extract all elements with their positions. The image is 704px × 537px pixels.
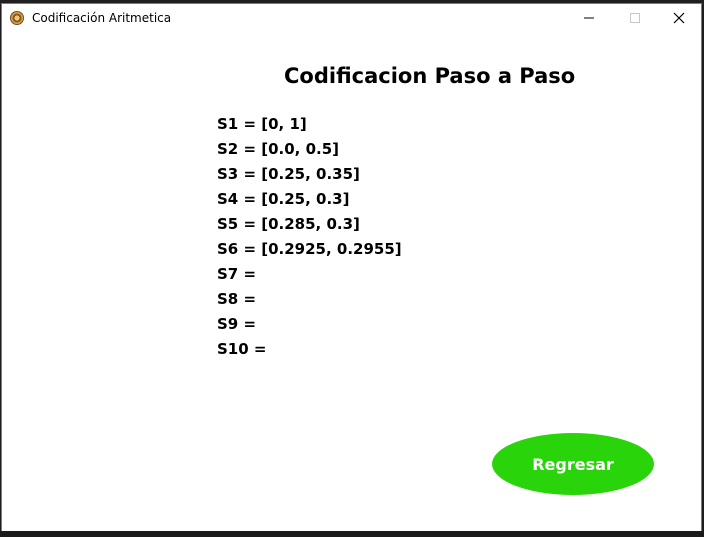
steps-list: S1 = [0, 1] S2 = [0.0, 0.5] S3 = [0.25, …: [217, 112, 402, 362]
page-title: Codificacion Paso a Paso: [284, 64, 576, 88]
step-line-s5: S5 = [0.285, 0.3]: [217, 215, 360, 233]
background-taskbar-bottom: [0, 531, 704, 537]
step-line-s9: S9 =: [217, 315, 257, 333]
minimize-button[interactable]: [566, 4, 612, 32]
step-line-s1: S1 = [0, 1]: [217, 115, 307, 133]
close-button[interactable]: [656, 4, 702, 32]
step-line-s8: S8 =: [217, 290, 257, 308]
step-line-s7: S7 =: [217, 265, 257, 283]
window-title: Codificación Aritmetica: [32, 11, 172, 25]
minimize-icon: [584, 17, 594, 19]
step-line-s6: S6 = [0.2925, 0.2955]: [217, 240, 402, 258]
maximize-icon: [630, 13, 640, 23]
step-line-s2: S2 = [0.0, 0.5]: [217, 140, 340, 158]
step-line-s3: S3 = [0.25, 0.35]: [217, 165, 360, 183]
close-icon: [673, 12, 685, 24]
app-window: Codificación Aritmetica Codificacion Pas…: [1, 3, 702, 533]
back-button[interactable]: Regresar: [492, 433, 654, 495]
app-icon: [10, 11, 24, 25]
title-bar[interactable]: Codificación Aritmetica: [2, 4, 701, 32]
step-line-s10: S10 =: [217, 340, 267, 358]
maximize-button[interactable]: [612, 4, 658, 32]
step-line-s4: S4 = [0.25, 0.3]: [217, 190, 350, 208]
